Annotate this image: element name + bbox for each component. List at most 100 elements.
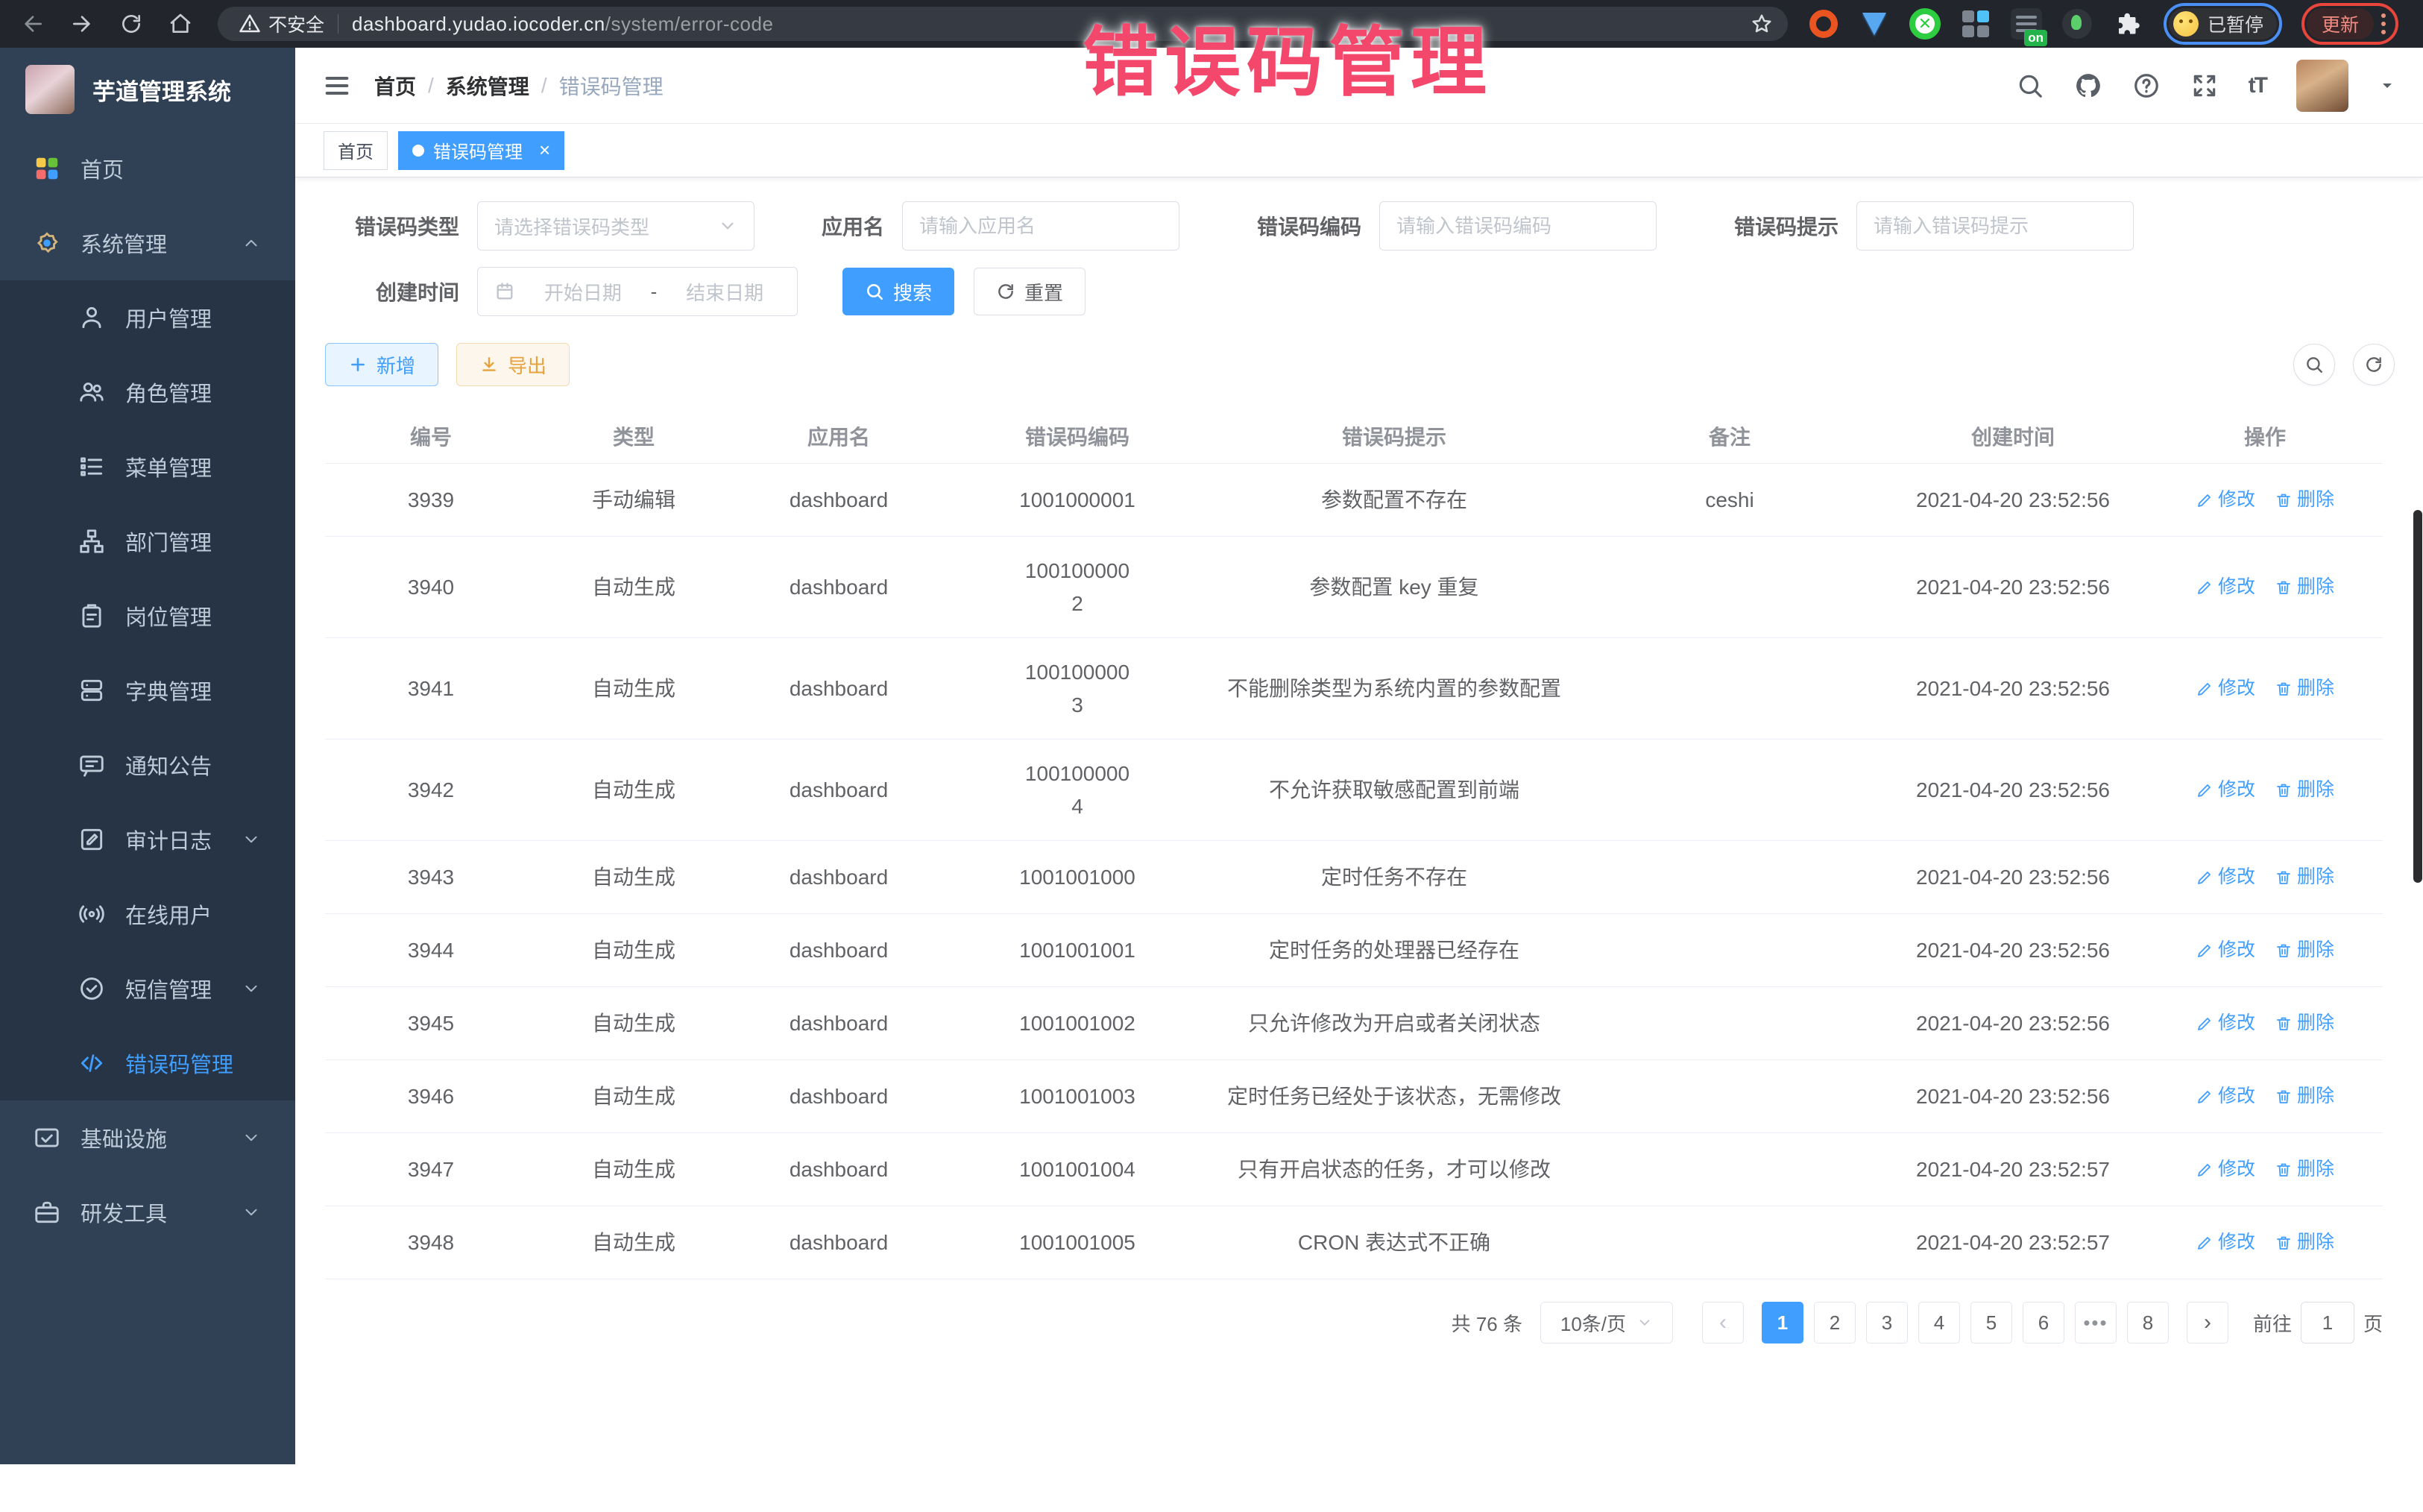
- app-logo-row[interactable]: 芋道管理系统: [0, 48, 295, 131]
- delete-link[interactable]: 删除: [2275, 1155, 2334, 1184]
- browser-update-button[interactable]: 更新: [2307, 8, 2374, 40]
- delete-link[interactable]: 删除: [2275, 674, 2334, 703]
- page-button-8[interactable]: 8: [2127, 1302, 2169, 1344]
- user-avatar[interactable]: [2296, 60, 2348, 112]
- delete-link[interactable]: 删除: [2275, 863, 2334, 892]
- sidebar-item-dev-tools[interactable]: 研发工具: [0, 1175, 295, 1250]
- sidebar-item-menu-management[interactable]: 菜单管理: [0, 429, 295, 504]
- page-button-1[interactable]: 1: [1762, 1302, 1803, 1344]
- error-code-input[interactable]: [1396, 215, 1639, 238]
- browser-forward-button[interactable]: [66, 7, 98, 40]
- edit-link[interactable]: 修改: [2196, 1228, 2255, 1257]
- delete-link[interactable]: 删除: [2275, 775, 2334, 804]
- cell-type: 手动编辑: [537, 464, 731, 536]
- browser-home-button[interactable]: [164, 7, 197, 40]
- reset-button[interactable]: 重置: [974, 268, 1086, 315]
- add-button[interactable]: 新增: [325, 343, 438, 386]
- delete-link[interactable]: 删除: [2275, 573, 2334, 602]
- sprout-extension-icon[interactable]: [2061, 7, 2093, 40]
- sidebar-item-notice-announcement[interactable]: 通知公告: [0, 728, 295, 802]
- header-search-icon[interactable]: [2016, 72, 2044, 100]
- page-size-select[interactable]: 10条/页: [1540, 1302, 1673, 1344]
- delete-link[interactable]: 删除: [2275, 1228, 2334, 1257]
- sidebar-item-sms-management[interactable]: 短信管理: [0, 951, 295, 1026]
- sidebar-item-dept-management[interactable]: 部门管理: [0, 504, 295, 579]
- error-type-select[interactable]: 请选择错误码类型: [477, 201, 754, 251]
- gem-extension-icon[interactable]: [1858, 7, 1891, 40]
- breadcrumb-system[interactable]: 系统管理: [446, 71, 529, 101]
- cell-message: 参数配置不存在: [1208, 464, 1581, 536]
- delete-link[interactable]: 删除: [2275, 936, 2334, 965]
- scrollbar-thumb[interactable]: [2413, 510, 2422, 883]
- edit-link[interactable]: 修改: [2196, 863, 2255, 892]
- cell-id: 3942: [325, 740, 537, 840]
- page-button-6[interactable]: 6: [2023, 1302, 2064, 1344]
- chevron-down-icon: [242, 1128, 261, 1147]
- edit-link[interactable]: 修改: [2196, 775, 2255, 804]
- extension-paused-pill[interactable]: 已暂停: [2169, 8, 2277, 40]
- page-button-4[interactable]: 4: [1918, 1302, 1960, 1344]
- sidebar-item-user-management[interactable]: 用户管理: [0, 280, 295, 355]
- error-hint-input[interactable]: [1874, 215, 2117, 238]
- help-icon[interactable]: [2132, 72, 2161, 100]
- sidebar-item-role-management[interactable]: 角色管理: [0, 355, 295, 429]
- ubuntu-extension-icon[interactable]: [1807, 7, 1840, 40]
- next-page-button[interactable]: ›: [2187, 1302, 2228, 1344]
- page-buttons: 123456 •••8: [1756, 1302, 2174, 1344]
- browser-reload-button[interactable]: [115, 7, 148, 40]
- edit-link[interactable]: 修改: [2196, 573, 2255, 602]
- sidebar-item-home[interactable]: 首页: [0, 131, 295, 206]
- toggle-search-button[interactable]: [2293, 344, 2335, 385]
- edit-link[interactable]: 修改: [2196, 936, 2255, 965]
- sidebar-collapse-icon[interactable]: [322, 71, 352, 101]
- bookmark-star-icon[interactable]: [1751, 13, 1773, 35]
- puzzle-extensions-icon[interactable]: [2111, 7, 2144, 40]
- grid-extension-icon[interactable]: [1959, 7, 1992, 40]
- dark-switch-extension-icon[interactable]: on: [2010, 7, 2043, 40]
- delete-link[interactable]: 删除: [2275, 1009, 2334, 1038]
- page-button-5[interactable]: 5: [1970, 1302, 2012, 1344]
- cell-message: 只允许修改为开启或者关闭状态: [1208, 987, 1581, 1059]
- prev-page-button[interactable]: ‹: [1702, 1302, 1744, 1344]
- tag-home[interactable]: 首页: [324, 131, 388, 170]
- sidebar-item-online-users[interactable]: 在线用户: [0, 877, 295, 951]
- browser-back-button[interactable]: [16, 7, 49, 40]
- search-button[interactable]: 搜索: [842, 268, 954, 315]
- app-name-input[interactable]: [919, 215, 1162, 238]
- green-circle-extension-icon[interactable]: ✕: [1909, 7, 1941, 40]
- avatar-caret-down-icon[interactable]: [2378, 77, 2396, 95]
- cell-id: 3943: [325, 841, 537, 913]
- sidebar-menu: 首页系统管理用户管理角色管理菜单管理部门管理岗位管理字典管理通知公告审计日志在线…: [0, 131, 295, 1250]
- address-bar[interactable]: 不安全 dashboard.yudao.iocoder.cn/system/er…: [218, 7, 1788, 41]
- edit-link[interactable]: 修改: [2196, 1009, 2255, 1038]
- export-button[interactable]: 导出: [456, 343, 570, 386]
- page-ellipsis[interactable]: •••: [2075, 1302, 2117, 1344]
- cell-memo: [1581, 1060, 1879, 1133]
- tag-error-code[interactable]: 错误码管理 ×: [398, 131, 564, 170]
- page-button-3[interactable]: 3: [1866, 1302, 1908, 1344]
- font-size-icon[interactable]: tT: [2249, 73, 2266, 98]
- date-range-picker[interactable]: 开始日期 - 结束日期: [477, 267, 798, 316]
- sidebar-item-post-management[interactable]: 岗位管理: [0, 579, 295, 653]
- github-icon[interactable]: [2074, 72, 2102, 100]
- page-button-2[interactable]: 2: [1814, 1302, 1856, 1344]
- sidebar-item-dict-management[interactable]: 字典管理: [0, 653, 295, 728]
- delete-link[interactable]: 删除: [2275, 485, 2334, 514]
- fullscreen-icon[interactable]: [2190, 72, 2219, 100]
- sidebar-item-infrastructure[interactable]: 基础设施: [0, 1100, 295, 1175]
- pencil-icon: [2196, 781, 2214, 799]
- edit-link[interactable]: 修改: [2196, 1155, 2255, 1184]
- refresh-table-button[interactable]: [2353, 344, 2395, 385]
- edit-link[interactable]: 修改: [2196, 1082, 2255, 1111]
- edit-link[interactable]: 修改: [2196, 485, 2255, 514]
- tag-close-icon[interactable]: ×: [539, 139, 550, 162]
- cell-time: 2021-04-20 23:52:56: [1879, 740, 2147, 840]
- browser-menu-kebab-icon[interactable]: [2381, 13, 2386, 34]
- sidebar-item-system-management[interactable]: 系统管理: [0, 206, 295, 280]
- goto-page-input[interactable]: [2301, 1302, 2354, 1344]
- sidebar-item-audit-log[interactable]: 审计日志: [0, 802, 295, 877]
- edit-link[interactable]: 修改: [2196, 674, 2255, 703]
- delete-link[interactable]: 删除: [2275, 1082, 2334, 1111]
- breadcrumb-home[interactable]: 首页: [374, 71, 416, 101]
- sidebar-item-error-code-management[interactable]: 错误码管理: [0, 1026, 295, 1100]
